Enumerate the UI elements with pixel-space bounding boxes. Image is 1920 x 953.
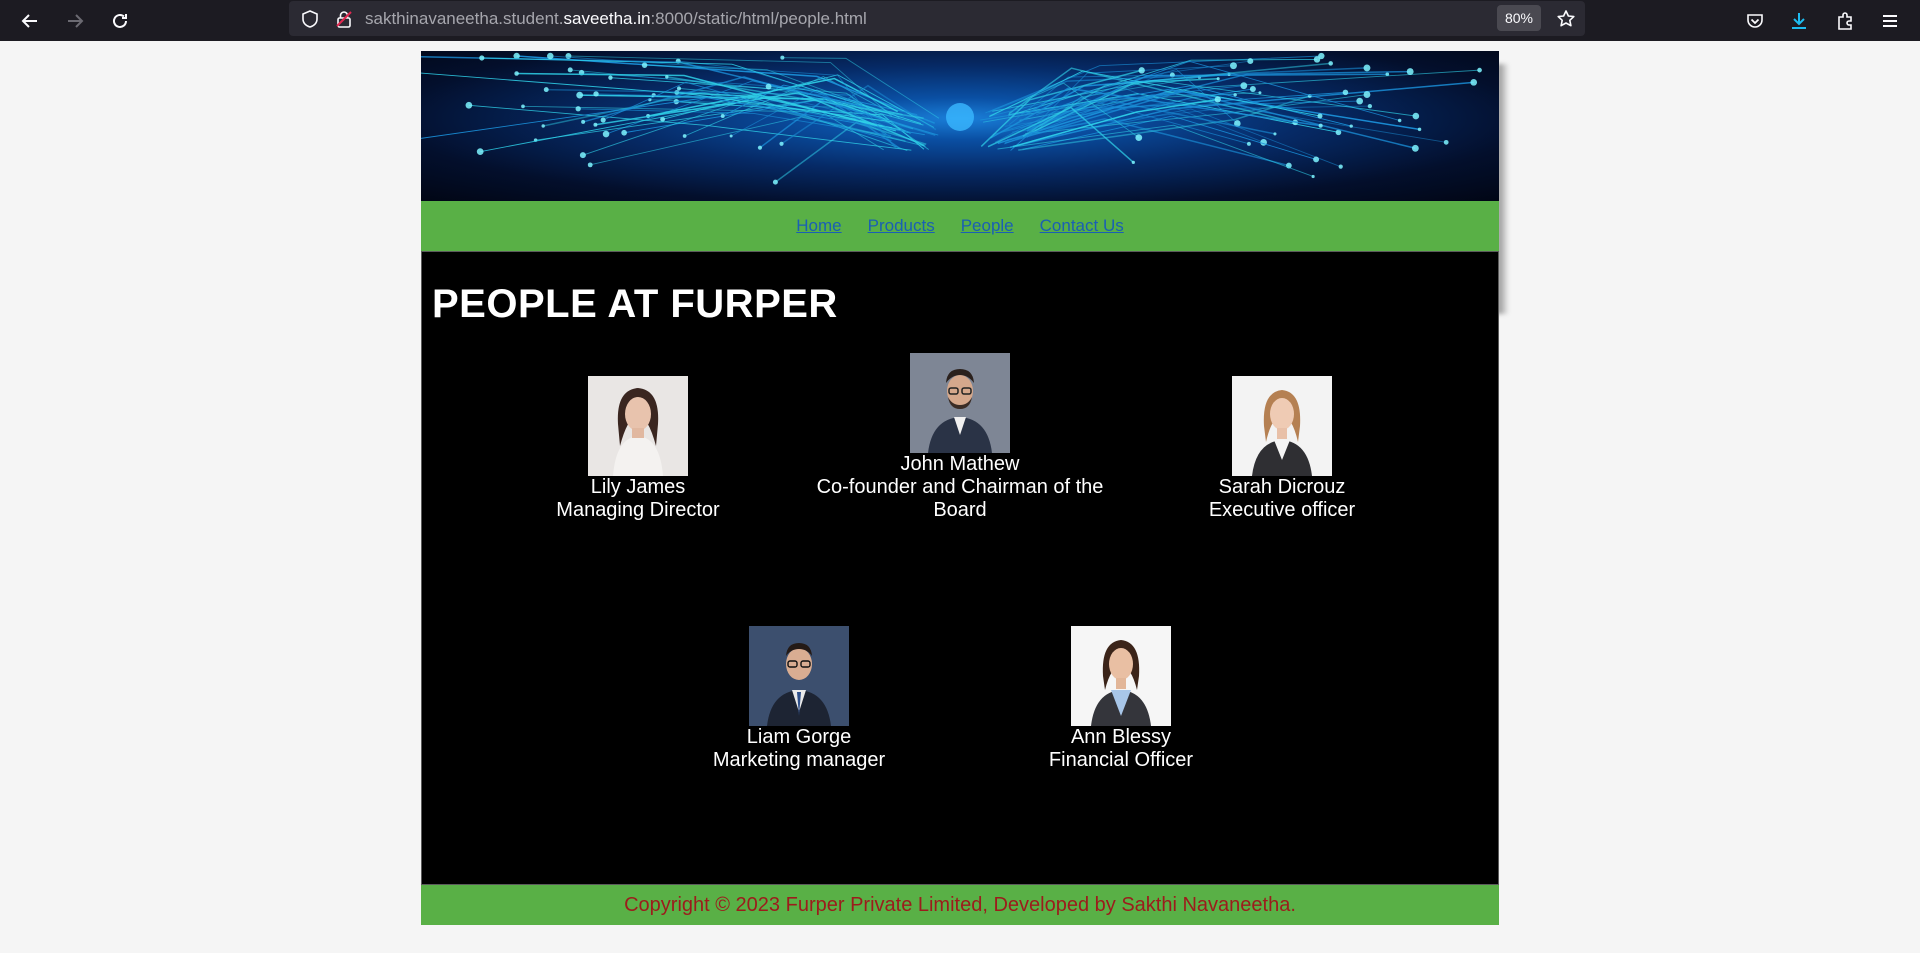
zoom-level-badge[interactable]: 80%: [1497, 5, 1541, 31]
insecure-lock-icon[interactable]: [329, 4, 359, 34]
back-button[interactable]: [14, 5, 46, 37]
person-role: Co-founder and Chairman of the Board: [816, 476, 1104, 521]
person-name: John Mathew: [900, 453, 1020, 475]
nav-link-contact-us[interactable]: Contact Us: [1040, 216, 1124, 236]
page-title: PEOPLE AT FURPER: [432, 282, 838, 326]
person-name: Liam Gorge: [746, 726, 852, 748]
person-name: Sarah Dicrouz: [1218, 476, 1346, 498]
extensions-icon[interactable]: [1829, 5, 1861, 37]
arrow-right-icon: [68, 14, 84, 28]
person-name: Lily James: [590, 476, 686, 498]
url-bar[interactable]: sakthinavaneetha.student.saveetha.in:800…: [289, 1, 1585, 36]
person-role: Managing Director: [556, 499, 720, 521]
download-icon[interactable]: [1783, 5, 1815, 37]
copyright-text: Copyright © 2023 Furper Private Limited,…: [624, 893, 1296, 916]
person-role: Marketing manager: [712, 749, 886, 771]
person-role: Executive officer: [1208, 499, 1356, 521]
person-card-sarah: Sarah Dicrouz Executive officer: [1132, 376, 1432, 522]
lily-photo: [588, 376, 688, 476]
liam-photo: [749, 626, 849, 726]
url-text[interactable]: sakthinavaneetha.student.saveetha.in:800…: [365, 9, 867, 29]
nav-link-home[interactable]: Home: [796, 216, 841, 236]
nav-link-products[interactable]: Products: [868, 216, 935, 236]
main-nav: Home Products People Contact Us: [421, 201, 1499, 251]
nav-link-people[interactable]: People: [961, 216, 1014, 236]
person-card-lily: Lily James Managing Director: [488, 376, 788, 522]
page-footer: Copyright © 2023 Furper Private Limited,…: [421, 885, 1499, 925]
pocket-icon[interactable]: [1739, 5, 1771, 37]
sarah-photo: [1232, 376, 1332, 476]
ann-photo: [1071, 626, 1171, 726]
person-card-liam: Liam Gorge Marketing manager: [649, 626, 949, 772]
person-role: Financial Officer: [1048, 749, 1194, 771]
reload-button[interactable]: [104, 5, 136, 37]
bookmark-star-icon[interactable]: [1551, 4, 1581, 34]
forward-button[interactable]: [59, 5, 91, 37]
browser-toolbar: sakthinavaneetha.student.saveetha.in:800…: [0, 0, 1920, 41]
john-photo: [910, 353, 1010, 453]
shield-icon[interactable]: [295, 4, 325, 34]
menu-icon[interactable]: [1874, 5, 1906, 37]
person-card-john: John Mathew Co-founder and Chairman of t…: [810, 353, 1110, 522]
person-card-ann: Ann Blessy Financial Officer: [971, 626, 1271, 772]
person-name: Ann Blessy: [1070, 726, 1172, 748]
reload-icon: [113, 13, 127, 28]
circuit-banner-image: [421, 51, 1499, 201]
arrow-left-icon: [21, 14, 37, 28]
people-section: PEOPLE AT FURPER Lily James Managing Dir…: [421, 251, 1499, 885]
page-container: Home Products People Contact Us PEOPLE A…: [421, 51, 1499, 925]
